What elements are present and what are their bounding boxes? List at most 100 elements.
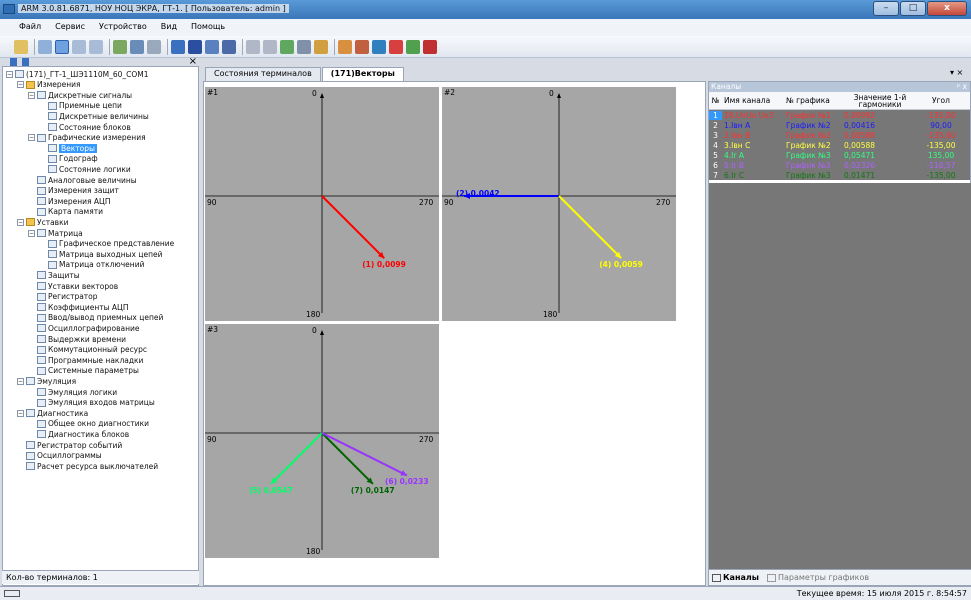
vector-plot[interactable]: #3 0 180 90 270 (5) 0,0547 (7) 0,0147 (6) 0,023…: [205, 324, 439, 558]
stop-icon[interactable]: [389, 39, 403, 54]
menu-device[interactable]: Устройство: [92, 19, 154, 36]
menu-help[interactable]: Помощь: [184, 19, 232, 36]
tree-item[interactable]: Аналоговые величины: [28, 175, 137, 185]
edit-icon[interactable]: [355, 39, 369, 54]
filter-icon[interactable]: [297, 39, 311, 54]
tree-item[interactable]: Общее окно диагностики: [28, 419, 149, 429]
flag-icon[interactable]: [423, 39, 437, 54]
tree-item[interactable]: Регистратор событий: [17, 440, 122, 450]
tree-item[interactable]: Системные параметры: [28, 366, 139, 376]
tree-item[interactable]: − Измерения: [17, 80, 81, 90]
device-icon[interactable]: [130, 39, 144, 54]
tree-item[interactable]: Измерения АЦП: [28, 196, 111, 206]
tree-item[interactable]: − (171)_ГТ-1_ШЭ1110М_60_COM1: [6, 69, 149, 79]
tree-item[interactable]: − Эмуляция: [17, 376, 76, 386]
tree-item[interactable]: Эмуляция логики: [28, 387, 117, 397]
table-icon[interactable]: [205, 39, 219, 54]
channel-row[interactable]: 3 2.Iвн B График №2 0,00588 -135,00: [709, 130, 970, 140]
tab-vectors[interactable]: (171)Векторы: [321, 67, 404, 81]
channel-row[interactable]: 1 18.UnUo Uo3 График №1 0,00992 -135,00: [709, 110, 970, 120]
export-icon[interactable]: [338, 39, 352, 54]
cursor-icon[interactable]: [14, 39, 28, 54]
expand-toggle-icon[interactable]: −: [17, 377, 24, 385]
tree-item[interactable]: Защиты: [28, 270, 80, 280]
pin-icon[interactable]: [10, 58, 17, 66]
close-button[interactable]: x: [927, 1, 967, 16]
tree-item[interactable]: Приемные цепи: [39, 101, 122, 111]
vector-plot[interactable]: #1 0 180 90 270 (1) 0,0099: [205, 87, 439, 321]
expand-toggle-icon[interactable]: −: [28, 91, 35, 99]
up-arrow-icon[interactable]: [22, 58, 29, 66]
tree-item[interactable]: Состояние логики: [39, 164, 131, 174]
channels-pin-icon[interactable]: ᵖ x: [957, 82, 970, 92]
tabs-dropdown-icon[interactable]: ▾ ×: [950, 68, 963, 77]
col-angle[interactable]: Угол: [916, 96, 966, 105]
col-number[interactable]: №: [709, 96, 722, 105]
print-icon[interactable]: [147, 39, 161, 54]
connect-icon[interactable]: [113, 39, 127, 54]
tree-item[interactable]: Векторы: [39, 143, 97, 153]
tree-item[interactable]: Ввод/вывод приемных цепей: [28, 313, 163, 323]
tree-item[interactable]: Программные накладки: [28, 355, 143, 365]
refresh-icon[interactable]: [38, 39, 52, 54]
tree-item[interactable]: Матрица выходных цепей: [39, 249, 162, 259]
maximize-button[interactable]: □: [900, 1, 926, 16]
tree-item[interactable]: Осциллограммы: [17, 451, 102, 461]
zoom-in-icon[interactable]: [72, 39, 86, 54]
menu-service[interactable]: Сервис: [48, 19, 92, 36]
tree-item[interactable]: − Диагностика: [17, 408, 88, 418]
tree-item[interactable]: Эмуляция входов матрицы: [28, 398, 155, 408]
col-channel-name[interactable]: Имя канала: [722, 96, 786, 105]
tree-item[interactable]: − Уставки: [17, 217, 68, 227]
tree-item[interactable]: − Дискретные сигналы: [28, 90, 132, 100]
channel-row[interactable]: 6 5.Ir B График №3 0,02326 -116,57: [709, 160, 970, 170]
tree-item[interactable]: − Графические измерения: [28, 133, 146, 143]
report-icon[interactable]: [263, 39, 277, 54]
tree-item[interactable]: Карта памяти: [28, 207, 103, 217]
settings-icon[interactable]: [314, 39, 328, 54]
doc-icon[interactable]: [246, 39, 260, 54]
expand-toggle-icon[interactable]: −: [17, 218, 24, 226]
tree-item[interactable]: Уставки векторов: [28, 281, 118, 291]
minimize-button[interactable]: –: [873, 1, 899, 16]
chart-icon[interactable]: [372, 39, 386, 54]
tab-graph-params[interactable]: Параметры графиков: [778, 573, 869, 582]
expand-toggle-icon[interactable]: −: [17, 409, 24, 417]
signal-icon[interactable]: [280, 39, 294, 54]
tree-item[interactable]: Коммутационный ресурс: [28, 345, 147, 355]
grid-icon[interactable]: [188, 39, 202, 54]
tree-item[interactable]: Регистратор: [28, 292, 98, 302]
window-icon[interactable]: [171, 39, 185, 54]
menu-view[interactable]: Вид: [154, 19, 184, 36]
tree-item[interactable]: Измерения защит: [28, 186, 119, 196]
expand-toggle-icon[interactable]: −: [28, 134, 35, 142]
tree-item[interactable]: Состояние блоков: [39, 122, 131, 132]
tree-item[interactable]: Расчет ресурса выключателей: [17, 461, 158, 471]
tree-item[interactable]: Дискретные величины: [39, 111, 149, 121]
tab-channels[interactable]: Каналы: [723, 573, 759, 582]
layout-icon[interactable]: [222, 39, 236, 54]
col-graph[interactable]: № графика: [786, 96, 844, 105]
menu-file[interactable]: Файл: [12, 19, 48, 36]
tree-item[interactable]: Графическое представление: [39, 239, 174, 249]
vector-plot[interactable]: #2 0 180 90 270 (2) 0,0042 (4) 0,0059: [442, 87, 676, 321]
tree-item[interactable]: Матрица отключений: [39, 260, 144, 270]
channel-row[interactable]: 2 1.Iвн A График №2 0,00416 90,00: [709, 120, 970, 130]
tree-item[interactable]: Выдержки времени: [28, 334, 126, 344]
col-harmonic[interactable]: Значение 1-й гармоники: [844, 93, 916, 108]
channel-row[interactable]: 7 6.Ir C График №3 0,01471 -135,00: [709, 170, 970, 180]
expand-toggle-icon[interactable]: −: [6, 70, 13, 78]
channel-row[interactable]: 5 4.Ir A График №3 0,05471 135,00: [709, 150, 970, 160]
tab-terminal-states[interactable]: Состояния терминалов: [205, 67, 321, 81]
tree-item[interactable]: Годограф: [39, 154, 98, 164]
tree-item[interactable]: − Матрица: [28, 228, 83, 238]
zoom-out-icon[interactable]: [89, 39, 103, 54]
zoom-icon[interactable]: [55, 39, 69, 54]
channel-row[interactable]: 4 3.Iвн C График №2 0,00588 -135,00: [709, 140, 970, 150]
tree-item[interactable]: Осциллографирование: [28, 323, 140, 333]
tree-item[interactable]: Коэффициенты АЦП: [28, 302, 129, 312]
run-icon[interactable]: [406, 39, 420, 54]
expand-toggle-icon[interactable]: −: [17, 81, 24, 89]
expand-toggle-icon[interactable]: −: [28, 229, 35, 237]
tree-item[interactable]: Диагностика блоков: [28, 429, 129, 439]
